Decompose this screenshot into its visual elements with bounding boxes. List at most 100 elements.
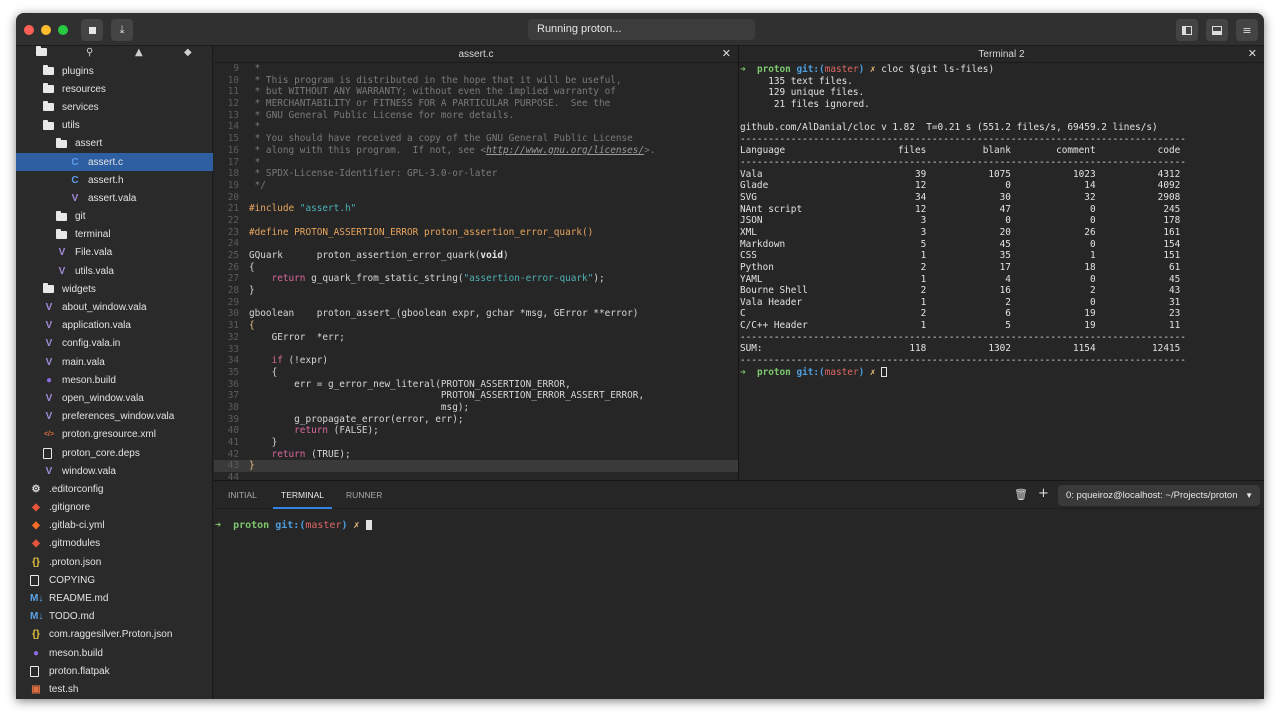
sidebar-item[interactable]: git [16, 208, 213, 226]
line-content: { [249, 261, 255, 273]
line-content: if (!expr) [271, 355, 329, 367]
git-icon[interactable]: ◆ [184, 47, 192, 58]
sidebar-item[interactable]: ◆ .gitignore [16, 499, 213, 517]
sidebar-item[interactable]: Vutils.vala [16, 262, 213, 280]
code-line: 18 * SPDX-License-Identifier: GPL-3.0-or… [214, 168, 738, 180]
sidebar-item[interactable]: {} com.raggesilver.Proton.json [16, 626, 213, 644]
sidebar-item[interactable]: ◆ .gitlab-ci.yml [16, 517, 213, 535]
tab-terminal[interactable]: TERMINAL [273, 481, 332, 509]
sidebar-item[interactable]: ● meson.build [16, 371, 213, 389]
sidebar-item[interactable]: {} .proton.json [16, 553, 213, 571]
maximize-window-button[interactable] [58, 25, 68, 35]
line-content: } [249, 437, 278, 448]
line-number: 22 [227, 214, 239, 226]
line-number: 29 [227, 296, 239, 308]
table-row: Python 2 17 18 61 [740, 261, 1181, 273]
sidebar-item[interactable]: utils [16, 117, 213, 135]
code-line: 26 { [214, 262, 738, 274]
search-icon[interactable]: ⚲ [86, 47, 93, 58]
editor-tab-title[interactable]: assert.c [458, 49, 493, 60]
close-editor-icon[interactable]: ✕ [722, 46, 731, 63]
sidebar-item[interactable]: M↓ TODO.md [16, 608, 213, 626]
sidebar-item[interactable]: proton_core.deps [16, 444, 213, 462]
sidebar-item[interactable]: widgets [16, 280, 213, 298]
line-number: 14 [227, 121, 239, 133]
sidebar-item[interactable]: plugins [16, 62, 213, 80]
line-number: 37 [227, 390, 239, 402]
sidebar-item[interactable]: M↓ README.md [16, 589, 213, 607]
meson-file-icon: ● [32, 647, 40, 659]
folder-icon[interactable] [36, 46, 55, 58]
folder-icon [43, 101, 54, 112]
code-line: 38 msg); [214, 402, 738, 414]
tab-runner[interactable]: RUNNER [346, 481, 382, 509]
code-line: 30 gboolean proton_assert_(gboolean expr,… [214, 308, 738, 320]
sidebar-item[interactable]: </> proton.gresource.xml [16, 426, 213, 444]
sidebar-item[interactable]: ▣ test.sh [16, 680, 213, 698]
sidebar-item-label: assert.c [88, 156, 124, 168]
code-view[interactable]: 9 * 10 * This program is distributed in t… [214, 63, 738, 484]
stop-button[interactable] [81, 19, 103, 41]
line-number: 27 [227, 273, 239, 285]
sidebar-item[interactable]: proton.flatpak [16, 662, 213, 680]
sidebar-item[interactable]: resources [16, 80, 213, 98]
sidebar-toolbar: ⚲ ▲ ◆ [16, 46, 212, 62]
terminal-2-title[interactable]: Terminal 2 [978, 49, 1024, 60]
sidebar-item[interactable]: assert [16, 135, 213, 153]
sidebar-item[interactable]: ● meson.build [16, 644, 213, 662]
sidebar-item-label: .proton.json [49, 556, 102, 568]
sidebar-item[interactable]: ⚙ .editorconfig [16, 480, 213, 498]
sidebar-item-label: utils.vala [75, 265, 114, 277]
sidebar-item[interactable]: COPYING [16, 571, 213, 589]
line-number: 18 [227, 168, 239, 180]
sidebar-item[interactable]: Vopen_window.vala [16, 389, 213, 407]
sidebar-item-label: main.vala [62, 356, 105, 368]
trash-icon[interactable]: 🗑 [1014, 488, 1028, 501]
sidebar-item[interactable]: Vwindow.vala [16, 462, 213, 480]
terminal-2-output[interactable]: ➜ proton git:(master) ✗ cloc $(git ls-fi… [740, 64, 1186, 378]
terminal-output[interactable]: ➜ proton git:(master) ✗ [215, 520, 372, 531]
table-row: YAML 1 4 0 45 [740, 273, 1181, 285]
download-button[interactable]: ⤓ [111, 19, 133, 41]
sidebar-item[interactable]: ◆ .gitmodules [16, 535, 213, 553]
line-content: return (TRUE); [271, 448, 351, 460]
sidebar-item[interactable]: Vmain.vala [16, 353, 213, 371]
sidebar-item[interactable]: services [16, 98, 213, 116]
vala-file-icon: V [58, 247, 66, 259]
sidebar-item-label: proton_core.deps [62, 447, 140, 459]
vala-file-icon: V [45, 465, 53, 477]
tab-initial[interactable]: INITIAL [228, 481, 257, 509]
sidebar-item-label: .gitignore [49, 502, 91, 514]
download-icon: ⤓ [119, 23, 125, 36]
line-number: 31 [227, 320, 239, 332]
code-line: 19 */ [214, 180, 738, 192]
sidebar-item-label: resources [62, 83, 106, 95]
line-content: { [249, 366, 278, 378]
close-terminal-icon[interactable]: ✕ [1248, 46, 1257, 63]
code-line: 33 [214, 344, 738, 356]
sidebar-item[interactable]: terminal [16, 226, 213, 244]
sidebar-item-label: open_window.vala [62, 392, 144, 404]
sidebar-item[interactable]: Vassert.vala [16, 189, 213, 207]
sidebar-item[interactable]: Vpreferences_window.vala [16, 408, 213, 426]
warning-icon[interactable]: ▲ [135, 47, 143, 58]
close-window-button[interactable] [24, 25, 34, 35]
sidebar-toggle-button[interactable] [1176, 19, 1198, 41]
sidebar-item[interactable]: Vabout_window.vala [16, 298, 213, 316]
panel-toggle-button[interactable] [1206, 19, 1228, 41]
sidebar-item[interactable]: Vapplication.vala [16, 317, 213, 335]
terminal-select[interactable]: 0: pqueiroz@localhost: ~/Projects/proton… [1058, 485, 1260, 506]
code-line: 28} [214, 285, 738, 297]
sidebar-item[interactable]: Cassert.h [16, 171, 213, 189]
main-menu-button[interactable]: ≡ [1236, 19, 1258, 41]
line-content: * [249, 156, 261, 168]
line-content: return (FALSE); [294, 425, 379, 437]
sidebar-item[interactable]: Cassert.c [16, 152, 213, 172]
sidebar-item[interactable]: Vconfig.vala.in [16, 335, 213, 353]
prompt-arrow: ➜ [215, 520, 222, 531]
sidebar-item[interactable]: V File.vala [16, 244, 213, 262]
table-row: Vala 39 1075 1023 4312 [740, 168, 1181, 180]
minimize-window-button[interactable] [41, 25, 51, 35]
plus-icon[interactable]: + [1038, 486, 1049, 501]
code-line: 24 [214, 238, 738, 250]
